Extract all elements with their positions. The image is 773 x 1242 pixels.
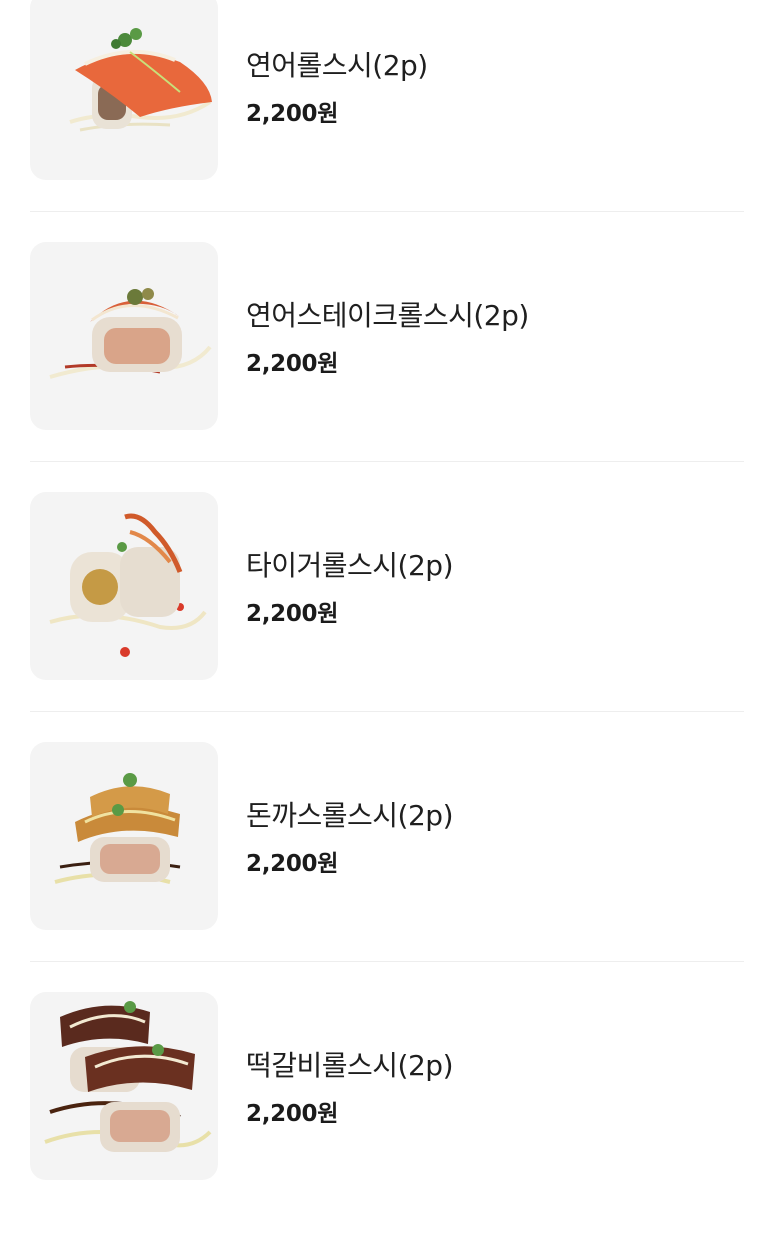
menu-item-image[interactable] [30,242,218,430]
menu-item-name: 떡갈비롤스시(2p) [246,1049,454,1082]
tiger-roll-image [49,513,207,657]
menu-item-image[interactable] [30,492,218,680]
menu-item[interactable]: 떡갈비롤스시(2p) 2,200원 [0,992,773,1242]
menu-item-price: 2,200원 [246,1101,339,1127]
menu-item-image[interactable] [30,742,218,930]
menu-item[interactable]: 타이거롤스시(2p) 2,200원 [0,492,773,742]
item-divider [30,961,744,962]
item-divider [30,711,744,712]
menu-item-image[interactable] [30,992,218,1180]
menu-item-name: 돈까스롤스시(2p) [246,799,454,832]
item-divider [30,461,744,462]
menu-item-price: 2,200원 [246,351,339,377]
menu-item[interactable]: 연어스테이크롤스시(2p) 2,200원 [0,242,773,492]
menu-item-name: 연어롤스시(2p) [246,49,428,82]
salmon-roll-image [69,28,212,132]
menu-item-price: 2,200원 [246,851,339,877]
pork-cutlet-roll-image [54,773,181,884]
menu-item-image[interactable] [30,0,218,180]
menu-item[interactable]: 연어롤스시(2p) 2,200원 [0,0,773,242]
tteokgalbi-roll-image [44,1001,212,1152]
menu-item-name: 연어스테이크롤스시(2p) [246,299,529,332]
menu-item-price: 2,200원 [246,601,339,627]
menu-item-name: 타이거롤스시(2p) [246,549,454,582]
menu-item-price: 2,200원 [246,101,339,127]
item-divider [30,211,744,212]
menu-item[interactable]: 돈까스롤스시(2p) 2,200원 [0,742,773,992]
salmon-steak-roll-image [49,288,212,379]
